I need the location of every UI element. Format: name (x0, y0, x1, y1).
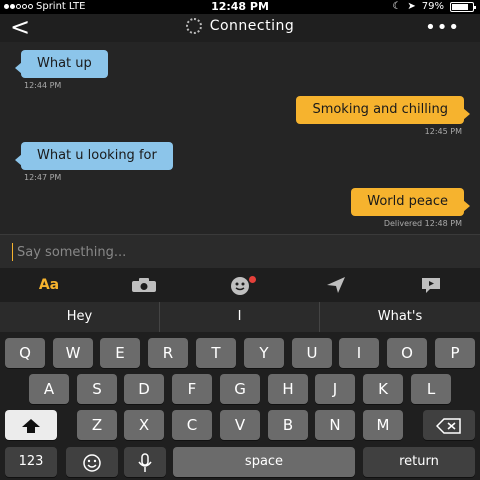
text-format-button[interactable]: Aa (34, 274, 64, 296)
numbers-key[interactable]: 123 (5, 447, 57, 477)
shift-key[interactable] (5, 410, 57, 440)
key-z[interactable]: Z (77, 410, 117, 440)
emoji-icon (83, 453, 101, 472)
key-r[interactable]: R (148, 338, 188, 368)
compose-bar (0, 234, 480, 268)
chat-thread[interactable]: What up 12:44 PM Smoking and chilling 12… (0, 42, 480, 234)
microphone-icon (138, 452, 152, 472)
message-bubble-outgoing[interactable]: World peace (351, 188, 470, 216)
key-t[interactable]: T (196, 338, 236, 368)
message-bubble-incoming[interactable]: What up (15, 50, 108, 78)
location-send-icon[interactable] (323, 274, 349, 296)
key-h[interactable]: H (268, 374, 308, 404)
key-g[interactable]: G (220, 374, 260, 404)
message-input[interactable] (12, 243, 452, 261)
connection-status: Connecting (0, 18, 480, 34)
key-e[interactable]: E (100, 338, 140, 368)
notification-badge (249, 276, 256, 283)
key-j[interactable]: J (315, 374, 355, 404)
suggestion-bar: Hey I What's (0, 302, 480, 332)
message-toolbar: Aa (0, 268, 480, 302)
keyboard: Hey I What's Q W E R T Y U I O P A S D F… (0, 302, 480, 480)
message-delivery-status: Delivered 12:48 PM (383, 219, 462, 228)
suggestion-item[interactable]: I (160, 302, 320, 332)
key-n[interactable]: N (315, 410, 355, 440)
key-b[interactable]: B (268, 410, 308, 440)
loading-spinner-icon (185, 18, 202, 34)
message-timestamp: 12:45 PM (424, 127, 462, 136)
page-title: Connecting (209, 18, 295, 34)
location-icon: ➤ (407, 1, 416, 12)
key-c[interactable]: C (172, 410, 212, 440)
status-right: ☾ ➤ 79% (392, 1, 476, 12)
saved-phrases-icon[interactable] (418, 274, 444, 296)
key-d[interactable]: D (124, 374, 164, 404)
return-key[interactable]: return (363, 447, 475, 477)
suggestion-item[interactable]: Hey (0, 302, 160, 332)
camera-icon[interactable] (130, 274, 158, 296)
key-q[interactable]: Q (5, 338, 45, 368)
nav-bar: < Connecting ••• (0, 14, 480, 42)
key-v[interactable]: V (220, 410, 260, 440)
key-y[interactable]: Y (244, 338, 284, 368)
message-timestamp: 12:44 PM (24, 81, 62, 90)
message-bubble-incoming[interactable]: What u looking for (15, 142, 173, 170)
sticker-icon[interactable] (226, 274, 256, 296)
message-timestamp: 12:47 PM (24, 173, 62, 182)
message-bubble-outgoing[interactable]: Smoking and chilling (296, 96, 470, 124)
key-s[interactable]: S (77, 374, 117, 404)
suggestion-item[interactable]: What's (320, 302, 480, 332)
key-u[interactable]: U (292, 338, 332, 368)
emoji-key[interactable] (66, 447, 118, 477)
key-l[interactable]: L (411, 374, 451, 404)
more-options-button[interactable]: ••• (425, 17, 460, 38)
key-k[interactable]: K (363, 374, 403, 404)
moon-icon: ☾ (392, 1, 402, 12)
key-p[interactable]: P (435, 338, 475, 368)
key-f[interactable]: F (172, 374, 212, 404)
status-bar: Sprint LTE 12:48 PM ☾ ➤ 79% (0, 0, 480, 14)
shift-arrow-icon (22, 418, 40, 433)
backspace-key[interactable] (423, 410, 475, 440)
battery-percent: 79% (421, 1, 444, 12)
space-key[interactable]: space (173, 447, 355, 477)
key-x[interactable]: X (124, 410, 164, 440)
key-a[interactable]: A (29, 374, 69, 404)
dictation-key[interactable] (124, 447, 166, 477)
backspace-icon (435, 417, 461, 434)
key-i[interactable]: I (339, 338, 379, 368)
key-w[interactable]: W (53, 338, 93, 368)
battery-icon (450, 1, 476, 12)
key-m[interactable]: M (363, 410, 403, 440)
key-o[interactable]: O (387, 338, 427, 368)
